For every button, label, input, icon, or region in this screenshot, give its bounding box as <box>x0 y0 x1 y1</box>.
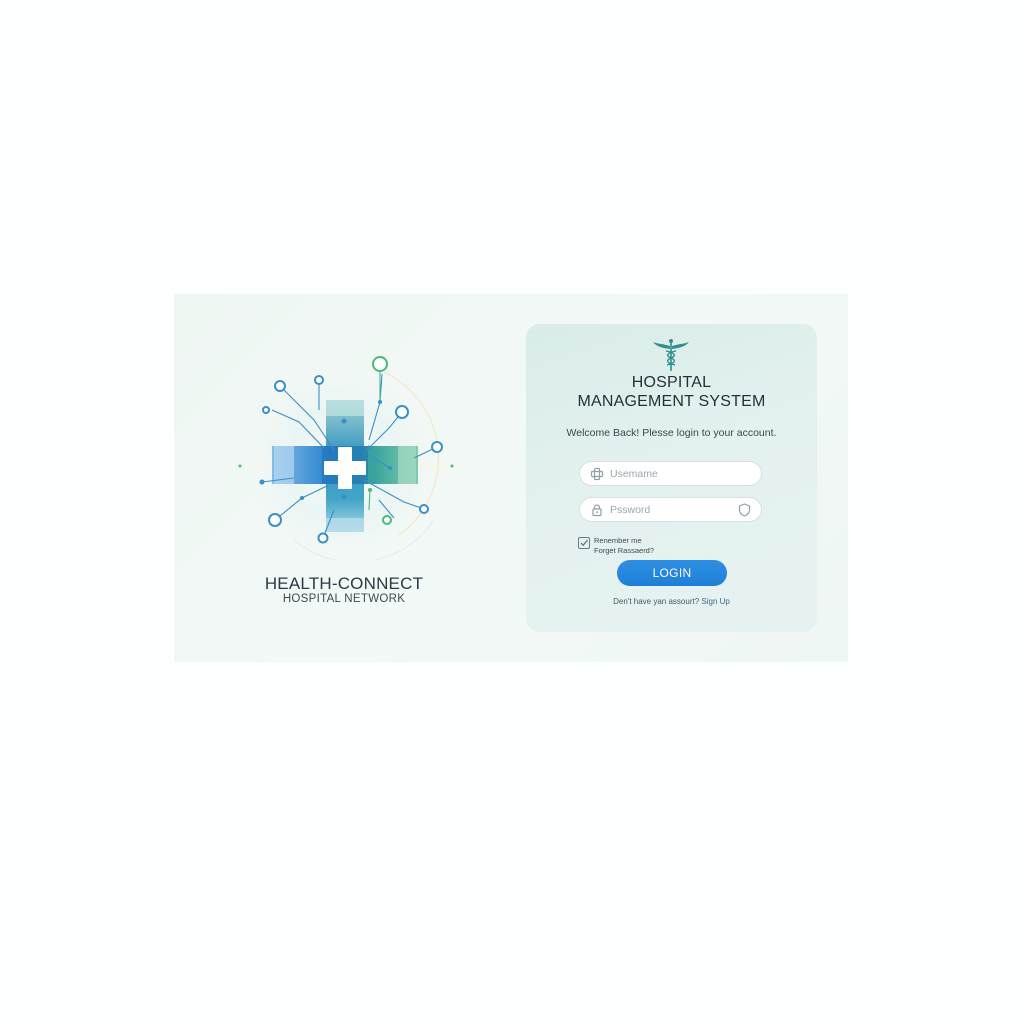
page: HEALTH-CONNECT HOSPITAL NETWORK HOSPITAL… <box>0 0 1024 1024</box>
brand-panel: HEALTH-CONNECT HOSPITAL NETWORK <box>174 294 514 662</box>
password-field[interactable] <box>579 497 762 522</box>
password-input[interactable] <box>610 501 730 518</box>
login-button[interactable]: LOGIN <box>617 560 727 586</box>
forgot-password-link[interactable]: Forget Rassaerd? <box>594 546 654 555</box>
remember-row: Renember me Forget Rassaerd? <box>578 536 698 556</box>
login-card: HOSPITAL MANAGEMENT SYSTEM Welcome Back!… <box>526 324 817 632</box>
welcome-message: Welcome Back! Plesse login to your accou… <box>566 427 777 439</box>
remember-label[interactable]: Renember me <box>594 536 642 545</box>
login-screen: HEALTH-CONNECT HOSPITAL NETWORK HOSPITAL… <box>174 294 848 662</box>
shield-icon[interactable] <box>738 503 751 517</box>
username-input[interactable] <box>610 465 730 482</box>
brand-tagline: HOSPITAL NETWORK <box>282 593 406 605</box>
signup-link[interactable]: Sign Up <box>701 597 729 606</box>
checkmark-icon <box>580 539 588 547</box>
user-icon <box>590 467 604 481</box>
caduceus-icon <box>653 339 689 371</box>
username-field[interactable] <box>579 461 762 486</box>
brand-name: HEALTH-CONNECT <box>264 574 424 593</box>
signup-prompt-text: Den't have yan assourt? <box>613 597 700 606</box>
title-line-1: HOSPITAL <box>631 374 712 391</box>
title-line-2: MANAGEMENT SYSTEM <box>577 393 766 410</box>
medical-cross-network-icon <box>204 356 494 560</box>
remember-checkbox[interactable] <box>578 537 590 549</box>
page-title: HOSPITAL MANAGEMENT SYSTEM <box>526 373 817 411</box>
lock-icon <box>592 504 602 517</box>
signup-prompt: Den't have yan assourt? Sign Up <box>526 597 817 606</box>
